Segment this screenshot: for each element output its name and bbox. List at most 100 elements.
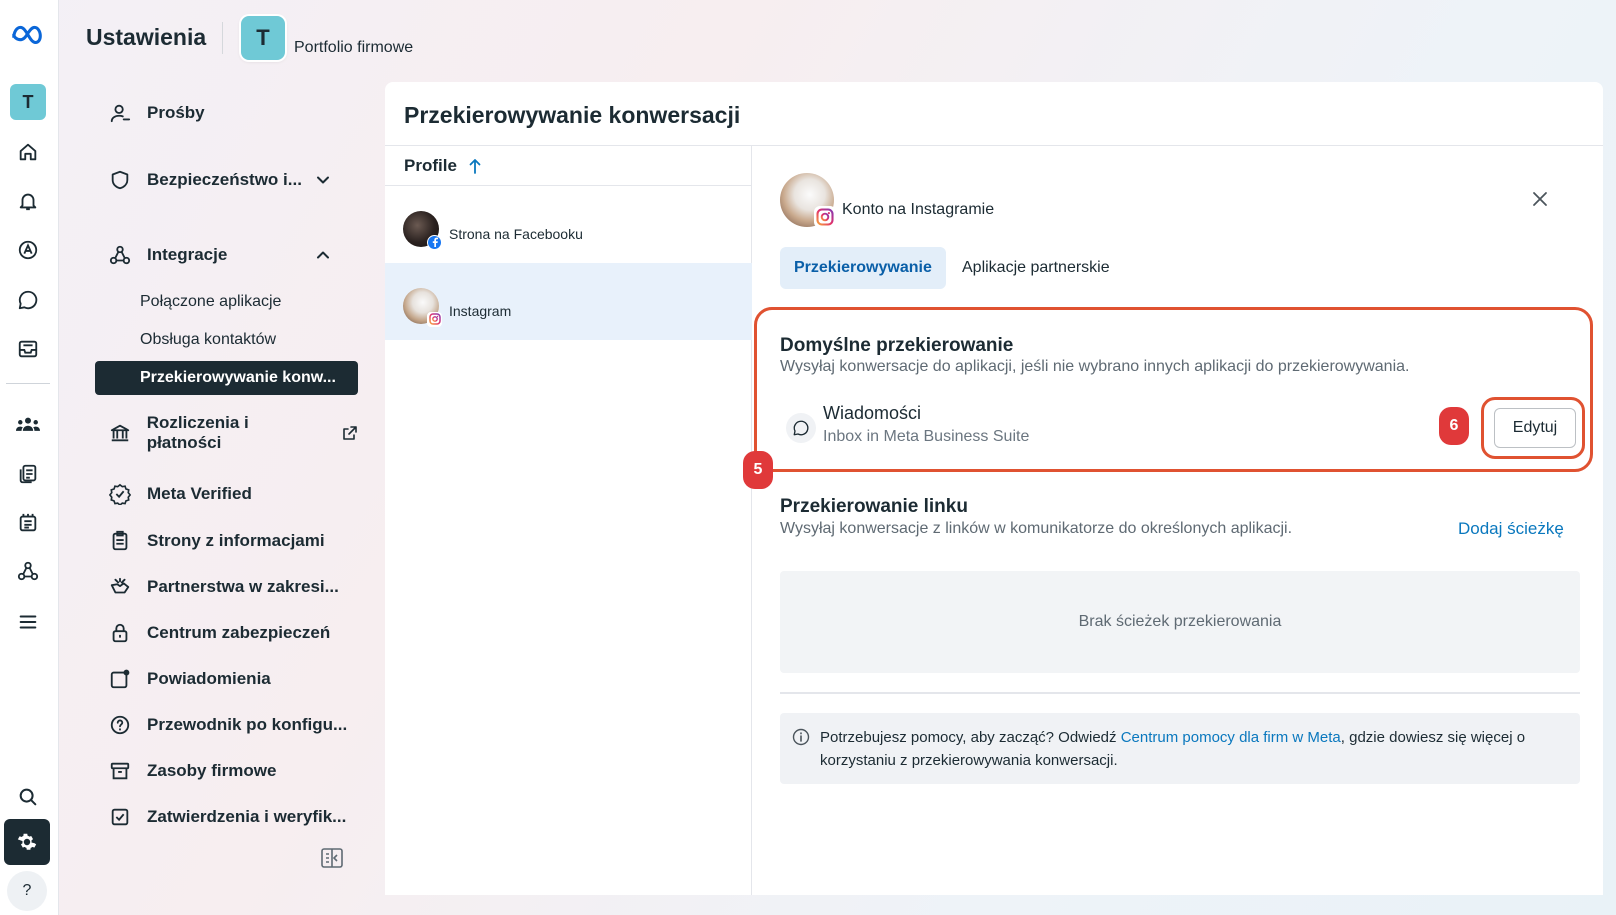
close-icon[interactable] — [1532, 191, 1552, 211]
person-icon — [107, 102, 133, 124]
sidebar-item-label: Centrum zabezpieczeń — [147, 623, 331, 642]
gear-icon[interactable] — [4, 819, 50, 865]
help-text: Potrzebujesz pomocy, aby zacząć? Odwiedź… — [820, 726, 1570, 772]
facebook-page-avatar — [403, 210, 442, 250]
menu-icon[interactable] — [10, 604, 46, 640]
info-icon — [792, 728, 810, 746]
sidebar-item-label: Rozliczenia i płatności — [146, 413, 249, 452]
sidebar-item-security[interactable]: Bezpieczeństwo i... — [95, 162, 358, 198]
icon-rail: T ? — [0, 0, 59, 915]
shield-icon — [107, 169, 133, 191]
routing-detail-panel: Konto na Instagramie Przekierowywanie Ap… — [743, 146, 1603, 895]
sidebar-item-requests[interactable]: Prośby — [95, 95, 358, 131]
link-routing-description: Wysyłaj konwersacje z linków w komunikat… — [780, 520, 1293, 537]
sidebar-item-notifications[interactable]: Powiadomienia — [95, 661, 358, 697]
sidebar-item-security-center[interactable]: Centrum zabezpieczeń — [95, 615, 358, 651]
empty-paths-box: Brak ścieżek przekierowania — [780, 571, 1580, 673]
lock-icon — [107, 622, 133, 644]
check-document-icon — [107, 806, 133, 828]
sidebar-item-label: Strony z informacjami — [147, 531, 325, 550]
sidebar-item-billing[interactable]: Rozliczenia i płatności — [95, 413, 358, 452]
external-link-icon — [342, 425, 358, 441]
add-path-link[interactable]: Dodaj ścieżkę — [1458, 519, 1564, 539]
sidebar-item-label: Zasoby firmowe — [147, 761, 277, 780]
bell-icon[interactable] — [10, 183, 46, 219]
section-divider — [780, 692, 1580, 694]
profile-list-header[interactable]: Profile — [385, 146, 752, 186]
network-icon[interactable] — [10, 553, 46, 589]
question-circle-icon — [107, 714, 133, 736]
sidebar-item-business-assets[interactable]: Zasoby firmowe — [95, 753, 358, 789]
sidebar-item-integrations[interactable]: Integracje — [95, 237, 358, 273]
inbox-icon[interactable] — [10, 331, 46, 367]
profile-list: Profile Strona na Facebooku Instagram — [385, 146, 752, 895]
annotation-highlight-box — [754, 307, 1593, 472]
home-icon[interactable] — [10, 134, 46, 170]
portfolio-name[interactable]: Portfolio firmowe — [294, 39, 413, 57]
rail-avatar[interactable]: T — [10, 84, 46, 120]
sidebar-item-label: Meta Verified — [147, 484, 252, 503]
sidebar-item-setup-guide[interactable]: Przewodnik po konfigu... — [95, 707, 358, 743]
clipboard-icon — [107, 530, 133, 552]
step-badge-5: 5 — [743, 451, 773, 489]
sidebar-item-partnerships[interactable]: Partnerstwa w zakresi... — [95, 569, 358, 605]
rail-divider — [6, 383, 50, 384]
instagram-icon — [427, 311, 442, 327]
sidebar-subitem-connected-apps[interactable]: Połączone aplikacje — [95, 285, 358, 319]
sidebar-item-label: Przewodnik po konfigu... — [147, 715, 348, 734]
app-title: Ustawienia — [86, 24, 207, 50]
search-icon[interactable] — [10, 779, 46, 815]
sidebar-item-label: Partnerstwa w zakresi... — [147, 577, 339, 596]
sidebar-item-label: Powiadomienia — [147, 669, 271, 688]
step-badge-6: 6 — [1439, 407, 1469, 445]
pages-icon[interactable] — [10, 456, 46, 492]
ads-icon[interactable] — [10, 232, 46, 268]
profile-row-instagram[interactable]: Instagram — [385, 263, 752, 340]
bank-icon — [107, 422, 133, 444]
integrations-icon — [107, 244, 133, 266]
sidebar-item-approvals[interactable]: Zatwierdzenia i weryfik... — [95, 799, 358, 835]
facebook-icon — [427, 234, 442, 250]
tab-partner-apps[interactable]: Aplikacje partnerskie — [948, 247, 1124, 289]
catalog-icon[interactable] — [10, 505, 46, 541]
account-avatar — [780, 173, 836, 228]
sidebar-item-meta-verified[interactable]: Meta Verified — [95, 476, 358, 512]
sidebar-subitem-contact-handling[interactable]: Obsługa kontaktów — [95, 323, 358, 357]
routing-app-subtitle: Inbox in Meta Business Suite — [823, 428, 1030, 445]
verified-badge-icon — [107, 483, 133, 505]
profile-row-facebook[interactable]: Strona na Facebooku — [385, 186, 752, 263]
chat-icon[interactable] — [10, 282, 46, 318]
default-routing-description: Wysyłaj konwersacje do aplikacji, jeśli … — [780, 358, 1410, 375]
help-icon[interactable]: ? — [7, 871, 47, 911]
help-notice: Potrzebujesz pomocy, aby zacząć? Odwiedź… — [780, 713, 1580, 784]
tab-routing[interactable]: Przekierowywanie — [780, 247, 946, 289]
help-center-link[interactable]: Centrum pomocy dla firm w Meta — [1121, 729, 1341, 746]
profile-label: Strona na Facebooku — [449, 225, 583, 242]
empty-paths-label: Brak ścieżek przekierowania — [1078, 613, 1282, 630]
instagram-avatar — [403, 287, 442, 327]
help-text-before: Potrzebujesz pomocy, aby zacząć? Odwiedź — [820, 729, 1121, 746]
meta-logo-icon[interactable] — [10, 16, 46, 52]
settings-sidebar: Prośby Bezpieczeństwo i... Integracje Po… — [95, 90, 360, 840]
sidebar-subitem-conversation-routing[interactable]: Przekierowywanie konw... — [95, 361, 358, 395]
sidebar-item-label: Prośby — [147, 103, 205, 122]
handshake-icon — [107, 576, 133, 598]
portfolio-avatar[interactable]: T — [241, 16, 285, 60]
archive-icon — [107, 760, 133, 782]
people-icon[interactable] — [10, 406, 46, 442]
default-routing-title: Domyślne przekierowanie — [780, 335, 1014, 356]
notification-icon — [107, 668, 133, 690]
instagram-icon — [814, 206, 836, 228]
chevron-down-icon — [316, 172, 330, 192]
edit-button[interactable]: Edytuj — [1494, 408, 1576, 448]
sidebar-item-label: Integracje — [147, 245, 228, 264]
header-divider — [222, 22, 223, 54]
sidebar-item-label: Zatwierdzenia i weryfik... — [147, 807, 347, 826]
message-bubble-icon — [786, 413, 816, 443]
page-title: Przekierowywanie konwersacji — [404, 102, 741, 128]
sidebar-item-info-pages[interactable]: Strony z informacjami — [95, 523, 358, 559]
main-panel: Przekierowywanie konwersacji Profile Str… — [385, 82, 1603, 895]
profile-header-label: Profile — [404, 155, 457, 175]
sort-up-arrow-icon — [469, 158, 481, 174]
collapse-sidebar-icon[interactable] — [321, 848, 345, 870]
